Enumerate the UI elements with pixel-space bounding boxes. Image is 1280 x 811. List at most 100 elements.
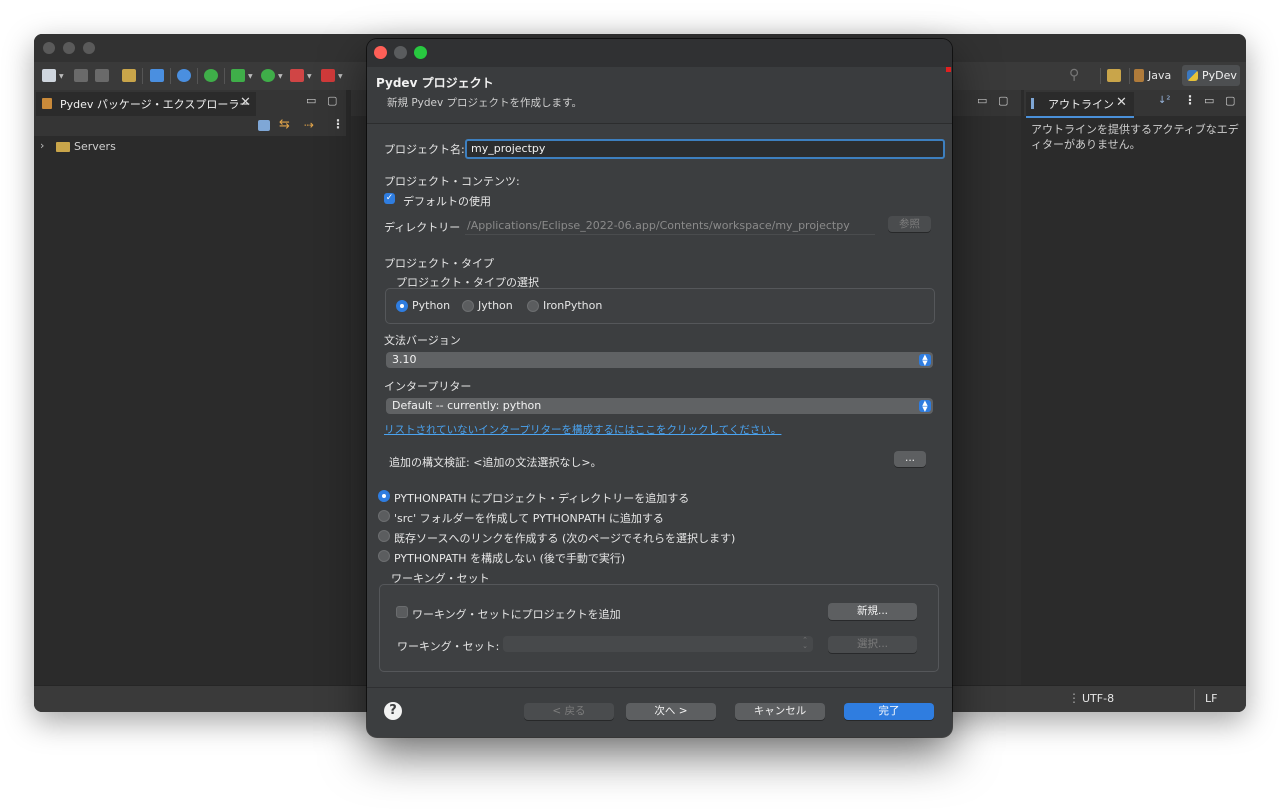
radio-python[interactable] bbox=[396, 300, 408, 312]
chevron-right-icon[interactable]: › bbox=[40, 139, 44, 152]
maximize-view-icon[interactable]: ▢ bbox=[1225, 94, 1235, 107]
dialog-title: Pydev プロジェクト bbox=[376, 76, 494, 90]
close-dialog-button[interactable] bbox=[374, 46, 387, 59]
perspective-pydev-button[interactable]: PyDev bbox=[1182, 65, 1240, 86]
save-icon[interactable] bbox=[74, 69, 88, 82]
close-window-button[interactable] bbox=[43, 42, 55, 54]
grammar-version-select[interactable]: 3.10 ▲ ▼ bbox=[386, 352, 933, 368]
view-menu-icon[interactable]: ⋮ bbox=[1184, 93, 1196, 107]
dialog-subtitle: 新規 Pydev プロジェクトを作成します。 bbox=[387, 97, 583, 109]
radio-link-existing-label: 既存ソースへのリンクを作成する (次のページでそれらを選択します) bbox=[394, 532, 736, 545]
gear-icon[interactable] bbox=[177, 69, 191, 82]
run-icon[interactable] bbox=[261, 69, 275, 82]
open-perspective-icon[interactable] bbox=[1107, 69, 1121, 82]
java-icon bbox=[1134, 69, 1144, 82]
directory-field[interactable]: /Applications/Eclipse_2022-06.app/Conten… bbox=[465, 217, 875, 235]
chevron-down-icon[interactable]: ▼ bbox=[248, 73, 253, 80]
toolbar-separator bbox=[197, 68, 198, 84]
interpreter-select[interactable]: Default -- currently: python ▲ ▼ bbox=[386, 398, 933, 414]
status-line-ending[interactable]: LF bbox=[1205, 692, 1217, 705]
filter-icon[interactable]: ⇢ bbox=[304, 118, 314, 132]
close-icon[interactable]: ✕ bbox=[240, 95, 251, 110]
status-divider bbox=[1194, 689, 1195, 710]
perspective-java-button[interactable]: Java bbox=[1134, 66, 1180, 86]
external-tools-icon[interactable] bbox=[290, 69, 304, 82]
tab-outline-label: アウトライン bbox=[1048, 98, 1114, 111]
minimize-dialog-button bbox=[394, 46, 407, 59]
open-type-icon[interactable] bbox=[122, 69, 136, 82]
project-type-group: Python Jython IronPython bbox=[385, 288, 935, 324]
outline-icon bbox=[1031, 98, 1042, 109]
working-set-group: ワーキング・セットにプロジェクトを追加 新規... ワーキング・セット: ⌃ ⌄ … bbox=[379, 584, 939, 672]
next-button[interactable]: 次へ > bbox=[626, 703, 716, 720]
toolbar-separator bbox=[1100, 68, 1101, 84]
radio-ironpython[interactable] bbox=[527, 300, 539, 312]
toolbar-separator bbox=[1129, 68, 1130, 84]
radio-no-pythonpath[interactable] bbox=[378, 550, 390, 562]
close-icon[interactable]: ✕ bbox=[1116, 95, 1127, 110]
cancel-button[interactable]: キャンセル bbox=[735, 703, 825, 720]
package-explorer-toolbar: ⇆ ⇢ ⋮ bbox=[34, 116, 346, 136]
radio-create-src-label: 'src' フォルダーを作成して PYTHONPATH に追加する bbox=[394, 512, 664, 525]
save-all-icon[interactable] bbox=[95, 69, 109, 82]
project-contents-label: プロジェクト・コンテンツ: bbox=[384, 175, 520, 188]
radio-no-pythonpath-label: PYTHONPATH を構成しない (後で手動で実行) bbox=[394, 552, 626, 565]
chevron-down-icon[interactable]: ▼ bbox=[307, 73, 312, 80]
minimize-view-icon[interactable]: ▭ bbox=[1204, 94, 1214, 107]
tab-outline[interactable]: アウトライン ✕ bbox=[1026, 92, 1134, 118]
use-default-checkbox[interactable]: ✓ bbox=[384, 193, 395, 204]
chevron-down-icon[interactable]: ▼ bbox=[278, 73, 283, 80]
minimize-view-icon[interactable]: ▭ bbox=[306, 94, 316, 107]
radio-link-existing[interactable] bbox=[378, 530, 390, 542]
radio-add-project-dir[interactable] bbox=[378, 490, 390, 502]
project-name-label: プロジェクト名: bbox=[384, 143, 465, 156]
tab-package-explorer[interactable]: Pydev パッケージ・エクスプローラー ✕ bbox=[36, 92, 256, 118]
add-to-working-set-checkbox[interactable] bbox=[396, 606, 408, 618]
minimize-window-button[interactable] bbox=[63, 42, 75, 54]
maximize-view-icon[interactable]: ▢ bbox=[327, 94, 337, 107]
link-with-editor-icon[interactable]: ⇆ bbox=[279, 117, 290, 132]
debug-icon[interactable] bbox=[231, 69, 245, 82]
add-to-working-set-label: ワーキング・セットにプロジェクトを追加 bbox=[412, 608, 621, 621]
status-encoding[interactable]: UTF-8 bbox=[1082, 692, 1114, 705]
back-button[interactable]: < 戻る bbox=[524, 703, 614, 720]
outline-tabbar: アウトライン ✕ ↓² ⋮ ▭ ▢ bbox=[1024, 90, 1246, 118]
radio-jython[interactable] bbox=[462, 300, 474, 312]
new-working-set-button[interactable]: 新規... bbox=[828, 603, 917, 620]
toolbar-separator bbox=[170, 68, 171, 84]
radio-add-project-dir-label: PYTHONPATH にプロジェクト・ディレクトリーを追加する bbox=[394, 492, 690, 505]
maximize-view-icon[interactable]: ▢ bbox=[998, 94, 1008, 107]
console-icon[interactable] bbox=[150, 69, 164, 82]
browse-button[interactable]: 参照 bbox=[888, 216, 931, 232]
finish-button[interactable]: 完了 bbox=[844, 703, 934, 720]
chevron-updown-icon: ▲ ▼ bbox=[919, 400, 931, 413]
collapse-all-icon[interactable] bbox=[258, 120, 270, 131]
tree-item-servers[interactable]: › Servers bbox=[40, 139, 160, 155]
use-default-label: デフォルトの使用 bbox=[403, 195, 491, 208]
zoom-window-button[interactable] bbox=[83, 42, 95, 54]
power-icon[interactable] bbox=[204, 69, 218, 82]
perspective-java-label: Java bbox=[1148, 69, 1172, 82]
search-icon[interactable]: ⚲ bbox=[1069, 67, 1079, 83]
extra-syntax-button[interactable]: ... bbox=[894, 451, 926, 467]
sort-icon[interactable]: ↓² bbox=[1158, 95, 1172, 109]
minimize-view-icon[interactable]: ▭ bbox=[977, 94, 987, 107]
working-set-select[interactable]: ⌃ ⌄ bbox=[503, 636, 813, 652]
radio-python-label: Python bbox=[412, 299, 451, 312]
project-name-input[interactable] bbox=[465, 139, 945, 159]
new-icon[interactable] bbox=[42, 69, 56, 82]
configure-interpreter-link[interactable]: リストされていないインタープリターを構成するにはここをクリックしてください。 bbox=[384, 422, 781, 437]
view-menu-icon[interactable]: ⋮ bbox=[332, 117, 344, 131]
radio-ironpython-label: IronPython bbox=[543, 299, 603, 312]
radio-create-src[interactable] bbox=[378, 510, 390, 522]
interpreter-label: インタープリター bbox=[384, 380, 472, 393]
grammar-version-value: 3.10 bbox=[392, 353, 417, 366]
chevron-down-icon[interactable]: ▼ bbox=[338, 73, 343, 80]
dialog-titlebar bbox=[367, 39, 952, 67]
help-icon[interactable]: ? bbox=[384, 702, 402, 720]
error-marker bbox=[946, 67, 951, 72]
stop-icon[interactable] bbox=[321, 69, 335, 82]
select-working-set-button[interactable]: 選択... bbox=[828, 636, 917, 653]
chevron-down-icon[interactable]: ▼ bbox=[59, 73, 64, 80]
zoom-dialog-button[interactable] bbox=[414, 46, 427, 59]
